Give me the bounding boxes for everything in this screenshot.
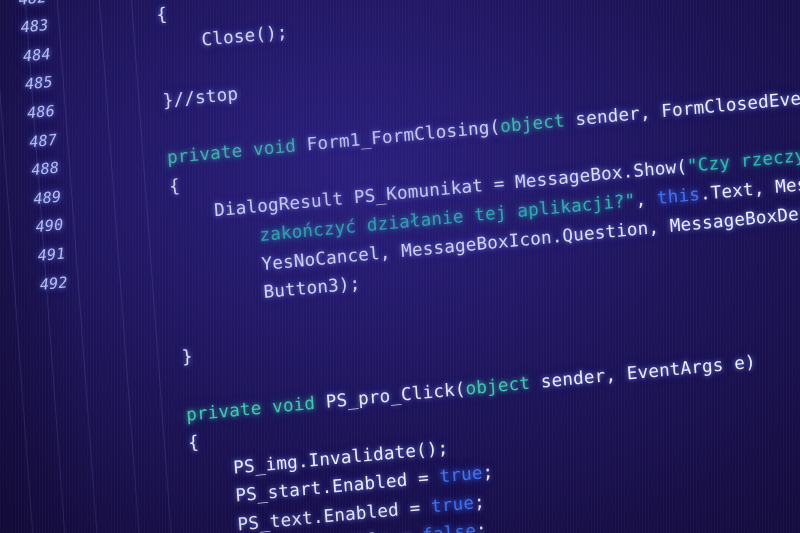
line-number: 487 bbox=[28, 130, 58, 151]
line-number: 482 bbox=[0, 0, 47, 12]
perspective-stage: }//tools482 private void PS_stop_Click(o… bbox=[0, 0, 800, 533]
line-number: 488 bbox=[30, 158, 60, 180]
code-token: ; bbox=[473, 492, 486, 514]
line-number: 489 bbox=[32, 187, 62, 208]
code-line-list[interactable]: }//tools482 private void PS_stop_Click(o… bbox=[0, 0, 800, 533]
code-token: this bbox=[656, 184, 701, 209]
line-number: 484 bbox=[22, 44, 52, 66]
line-number: 485 bbox=[24, 73, 54, 94]
code-token: , bbox=[634, 188, 658, 211]
code-token: true bbox=[430, 493, 475, 518]
code-token: true bbox=[438, 463, 484, 488]
line-number: 486 bbox=[26, 101, 56, 123]
code-token: ; bbox=[475, 520, 488, 533]
monitor-screen: }//tools482 private void PS_stop_Click(o… bbox=[0, 0, 800, 533]
line-number: 483 bbox=[20, 16, 50, 37]
code-token: ; bbox=[481, 462, 495, 484]
code-token: object bbox=[499, 111, 566, 138]
code-editor-surface[interactable]: }//tools482 private void PS_stop_Click(o… bbox=[0, 0, 800, 533]
